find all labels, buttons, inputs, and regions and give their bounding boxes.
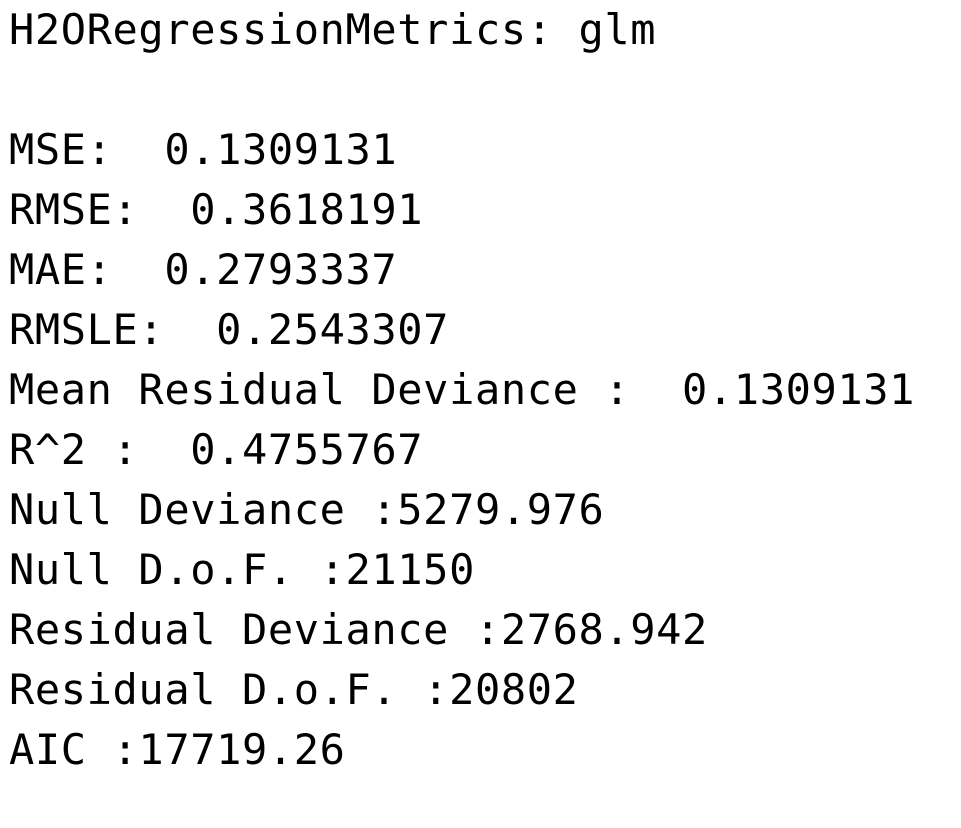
metric-rmsle: RMSLE: 0.2543307 <box>9 305 450 354</box>
metrics-header: H2ORegressionMetrics: glm <box>9 5 657 54</box>
metric-null-dof: Null D.o.F. :21150 <box>9 545 475 594</box>
metric-mean-residual-deviance: Mean Residual Deviance : 0.1309131 <box>9 365 916 414</box>
metric-residual-deviance: Residual Deviance :2768.942 <box>9 605 708 654</box>
metric-residual-dof: Residual D.o.F. :20802 <box>9 665 579 714</box>
metric-rmse: RMSE: 0.3618191 <box>9 185 424 234</box>
metric-aic: AIC :17719.26 <box>9 725 346 774</box>
metric-r-squared: R^2 : 0.4755767 <box>9 425 424 474</box>
metric-null-deviance: Null Deviance :5279.976 <box>9 485 605 534</box>
metric-mse: MSE: 0.1309131 <box>9 125 398 174</box>
metric-mae: MAE: 0.2793337 <box>9 245 398 294</box>
console-output: H2ORegressionMetrics: glm MSE: 0.1309131… <box>9 0 915 780</box>
